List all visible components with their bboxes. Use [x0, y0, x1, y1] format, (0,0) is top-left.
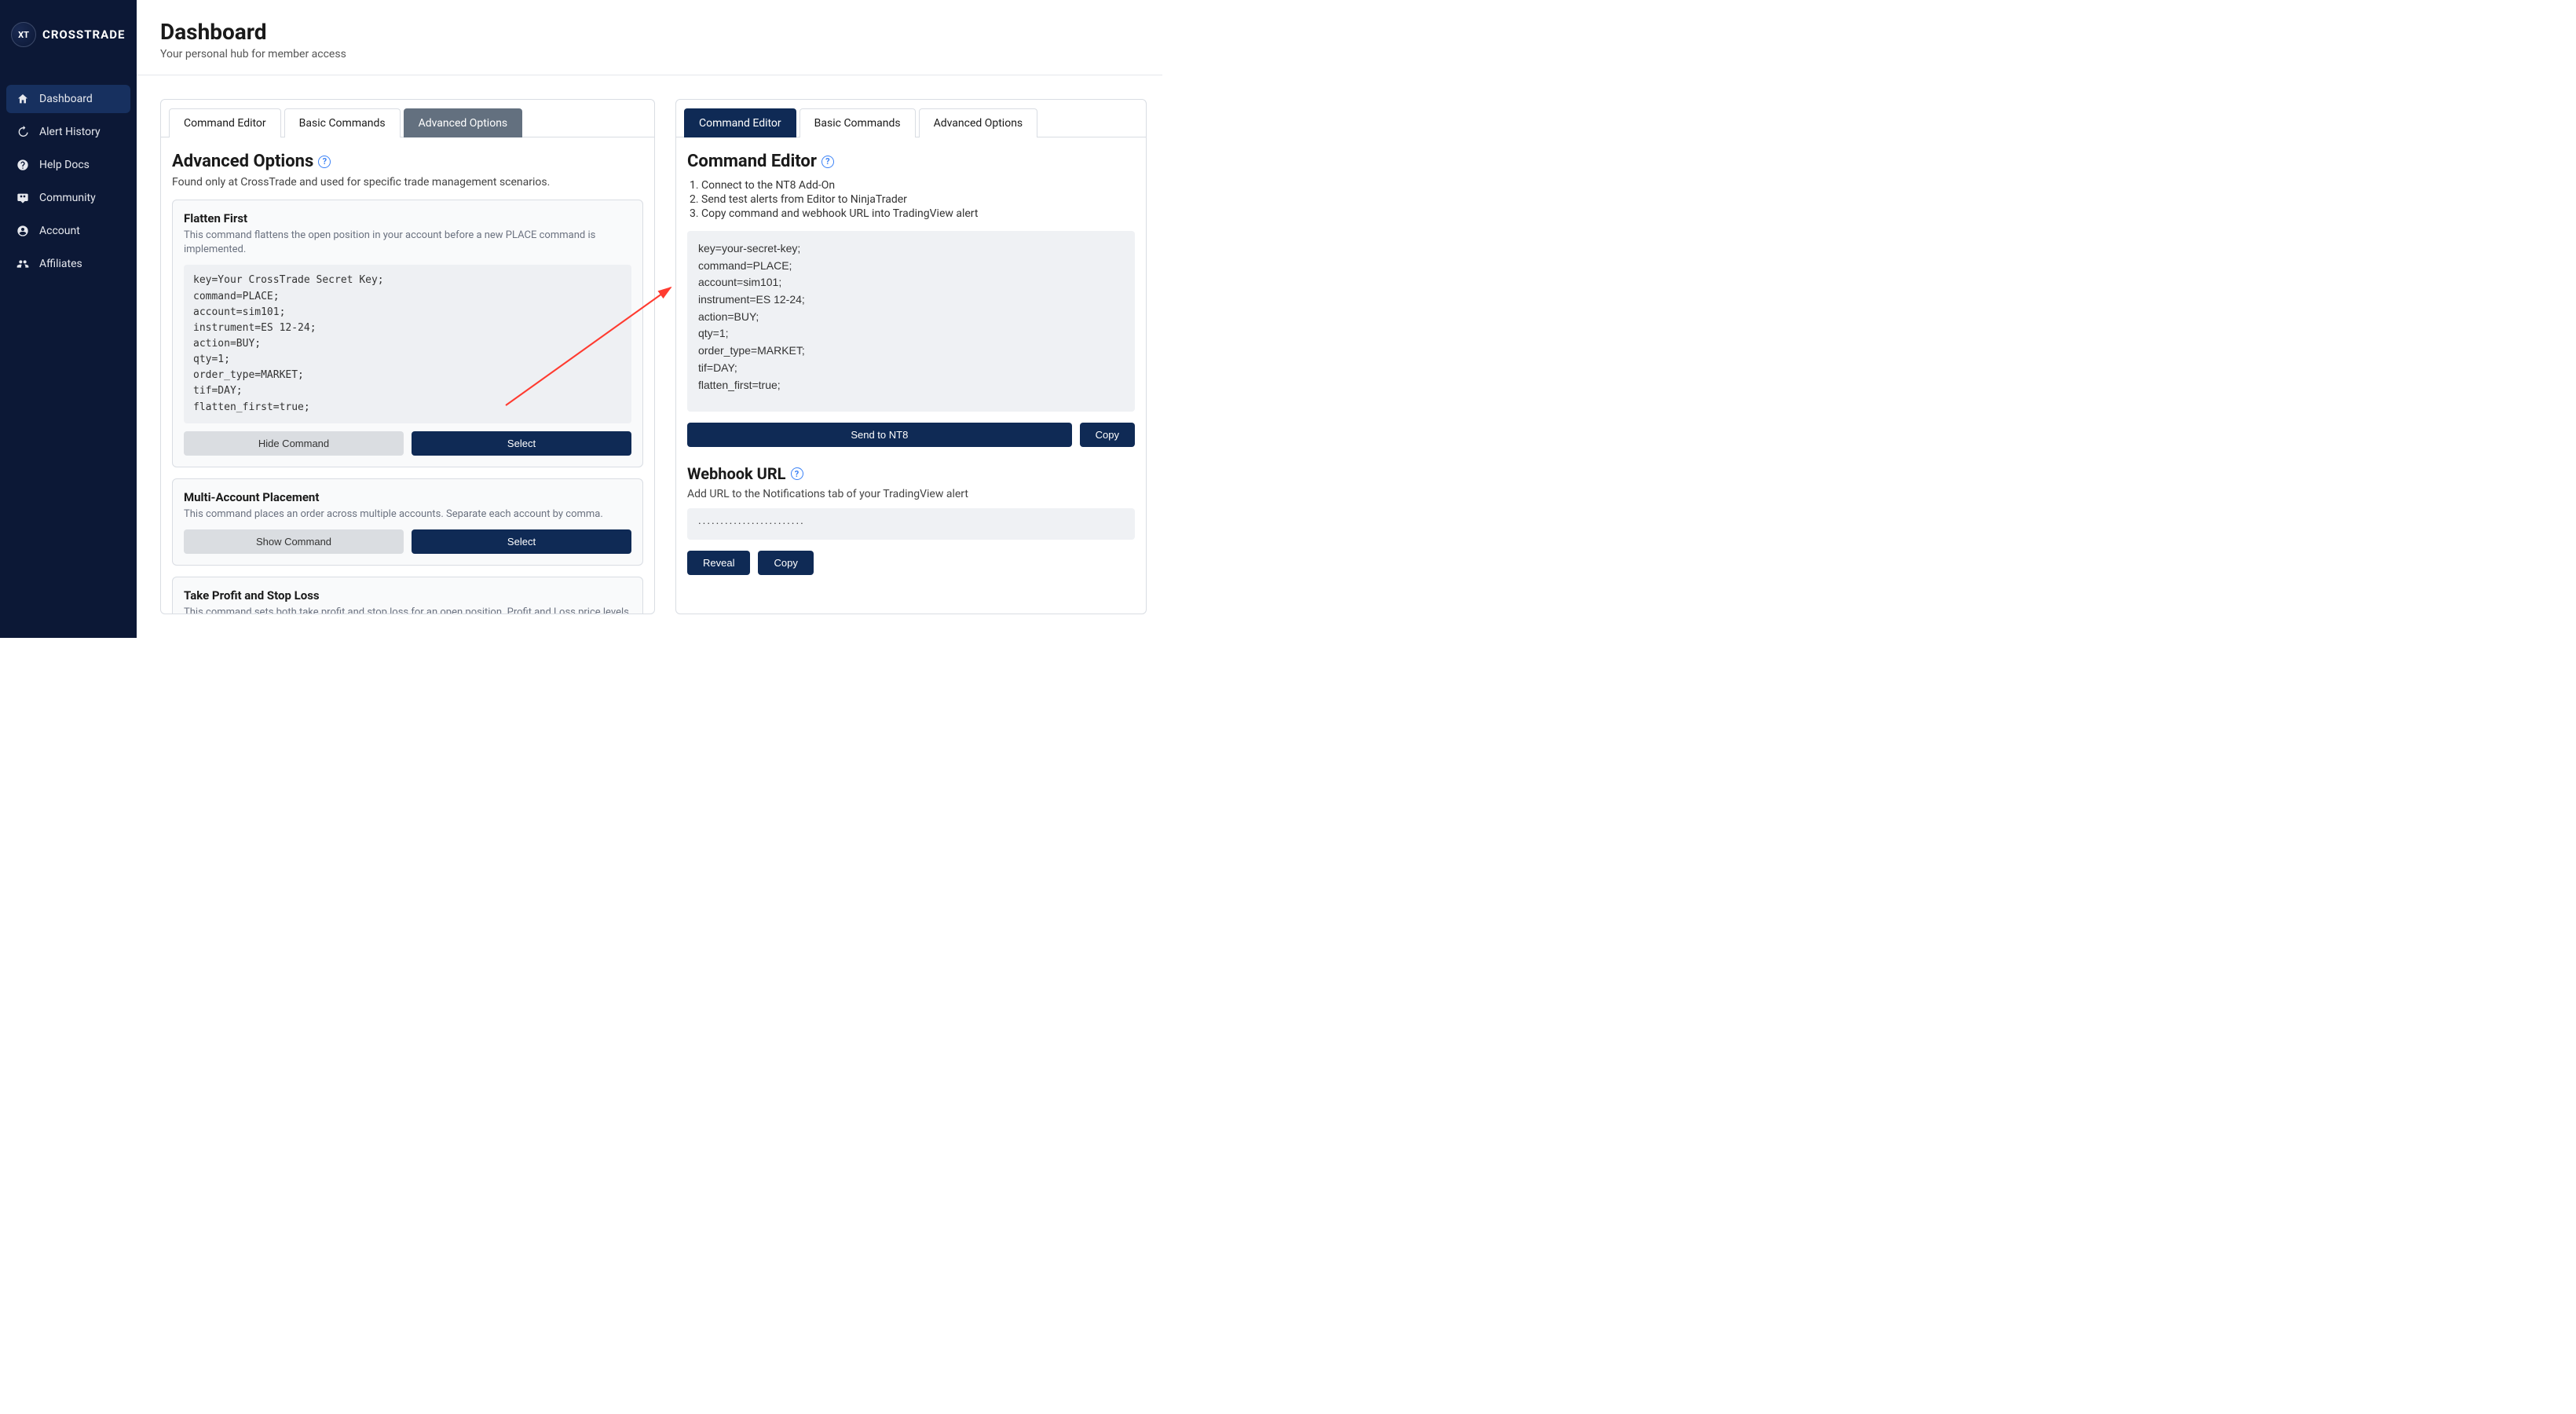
- page-title: Dashboard: [160, 19, 1139, 45]
- card-multi-account: Multi-Account Placement This command pla…: [172, 478, 643, 566]
- advanced-options-title: Advanced Options ?: [172, 152, 643, 171]
- sidebar-nav: Dashboard Alert History Help Docs Commun…: [0, 85, 137, 278]
- select-button[interactable]: Select: [412, 529, 631, 554]
- tab-basic-commands[interactable]: Basic Commands: [284, 108, 401, 137]
- history-icon: [16, 126, 30, 138]
- command-editor-textarea[interactable]: key=your-secret-key; command=PLACE; acco…: [687, 231, 1135, 412]
- hide-command-button[interactable]: Hide Command: [184, 431, 404, 456]
- sidebar-item-label: Alert History: [39, 126, 101, 138]
- brand-name: CROSSTRADE: [42, 27, 125, 42]
- command-editor-title: Command Editor ?: [687, 152, 1135, 171]
- step-2: Send test alerts from Editor to NinjaTra…: [701, 193, 1135, 206]
- command-code-block: key=Your CrossTrade Secret Key; command=…: [184, 265, 631, 423]
- advanced-options-subtitle: Found only at CrossTrade and used for sp…: [172, 176, 643, 189]
- help-icon: [16, 159, 30, 171]
- tab-advanced-options[interactable]: Advanced Options: [919, 108, 1038, 137]
- webhook-subtitle: Add URL to the Notifications tab of your…: [687, 488, 1135, 500]
- tab-command-editor[interactable]: Command Editor: [169, 108, 281, 137]
- tab-basic-commands[interactable]: Basic Commands: [800, 108, 916, 137]
- send-to-nt8-button[interactable]: Send to NT8: [687, 423, 1072, 447]
- sidebar-item-affiliates[interactable]: Affiliates: [6, 250, 130, 278]
- card-desc: This command sets both take profit and s…: [184, 606, 631, 614]
- sidebar-item-label: Affiliates: [39, 258, 82, 270]
- step-1: Connect to the NT8 Add-On: [701, 179, 1135, 192]
- editor-steps: Connect to the NT8 Add-On Send test aler…: [687, 179, 1135, 220]
- community-icon: [16, 192, 30, 204]
- sidebar-item-label: Account: [39, 225, 80, 237]
- copy-command-button[interactable]: Copy: [1080, 423, 1135, 447]
- card-title: Flatten First: [184, 211, 631, 225]
- help-icon[interactable]: ?: [821, 156, 834, 168]
- sidebar-item-label: Help Docs: [39, 159, 90, 171]
- card-tp-sl: Take Profit and Stop Loss This command s…: [172, 577, 643, 614]
- card-title: Take Profit and Stop Loss: [184, 588, 631, 603]
- page-subtitle: Your personal hub for member access: [160, 48, 1139, 60]
- content-area: Command Editor Basic Commands Advanced O…: [137, 75, 1162, 638]
- sidebar-item-label: Dashboard: [39, 93, 93, 105]
- left-panel-body[interactable]: Advanced Options ? Found only at CrossTr…: [161, 137, 654, 614]
- sidebar-item-help-docs[interactable]: Help Docs: [6, 151, 130, 179]
- left-tabs: Command Editor Basic Commands Advanced O…: [161, 100, 654, 137]
- help-icon[interactable]: ?: [791, 467, 803, 480]
- card-desc: This command places an order across mult…: [184, 507, 631, 522]
- account-icon: [16, 225, 30, 237]
- webhook-url-field[interactable]: ························: [687, 508, 1135, 540]
- page-header: Dashboard Your personal hub for member a…: [137, 0, 1162, 75]
- webhook-title: Webhook URL ?: [687, 464, 1135, 483]
- card-flatten-first: Flatten First This command flattens the …: [172, 200, 643, 467]
- card-desc: This command flattens the open position …: [184, 229, 631, 257]
- step-3: Copy command and webhook URL into Tradin…: [701, 207, 1135, 220]
- tab-command-editor[interactable]: Command Editor: [684, 108, 796, 137]
- show-command-button[interactable]: Show Command: [184, 529, 404, 554]
- card-title: Multi-Account Placement: [184, 490, 631, 504]
- sidebar-item-community[interactable]: Community: [6, 184, 130, 212]
- right-panel-body[interactable]: Command Editor ? Connect to the NT8 Add-…: [676, 137, 1146, 614]
- sidebar-item-label: Community: [39, 192, 96, 204]
- brand-badge: XT: [11, 22, 36, 47]
- advanced-options-panel: Command Editor Basic Commands Advanced O…: [160, 99, 655, 614]
- affiliates-icon: [16, 258, 30, 270]
- main-area: Dashboard Your personal hub for member a…: [137, 0, 1162, 638]
- command-editor-panel: Command Editor Basic Commands Advanced O…: [675, 99, 1147, 614]
- tab-advanced-options[interactable]: Advanced Options: [404, 108, 523, 137]
- sidebar-item-account[interactable]: Account: [6, 217, 130, 245]
- sidebar-item-dashboard[interactable]: Dashboard: [6, 85, 130, 113]
- help-icon[interactable]: ?: [318, 156, 331, 168]
- reveal-button[interactable]: Reveal: [687, 551, 750, 575]
- sidebar: XT CROSSTRADE Dashboard Alert History: [0, 0, 137, 638]
- copy-webhook-button[interactable]: Copy: [758, 551, 813, 575]
- home-icon: [16, 93, 30, 105]
- brand-logo: XT CROSSTRADE: [0, 22, 137, 85]
- right-tabs: Command Editor Basic Commands Advanced O…: [676, 100, 1146, 137]
- select-button[interactable]: Select: [412, 431, 631, 456]
- sidebar-item-alert-history[interactable]: Alert History: [6, 118, 130, 146]
